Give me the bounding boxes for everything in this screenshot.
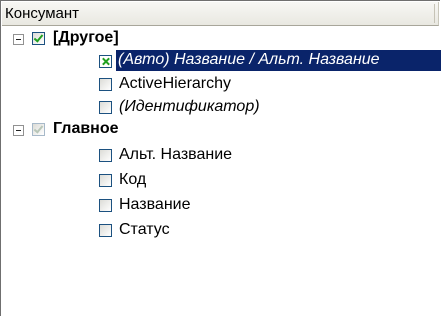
tree-item-label: (Идентификатор): [119, 98, 260, 115]
tree-item-status[interactable]: Статус: [1, 219, 441, 241]
checkbox-status[interactable]: [99, 224, 112, 237]
tree-item-label: ActiveHierarchy: [119, 75, 232, 92]
tree-node-label: [Другое]: [53, 29, 119, 46]
checkbox-identifier[interactable]: [99, 101, 112, 114]
checkbox-other[interactable]: [32, 32, 45, 45]
tree-item-auto-name[interactable]: (Авто) Название / Альт. Название: [1, 50, 441, 72]
tree-item-activehierarchy[interactable]: ActiveHierarchy: [1, 73, 441, 95]
collapse-icon[interactable]: [13, 34, 24, 45]
tree-item-label: Статус: [119, 221, 170, 238]
tree-panel: Консумант [Другое] (Авто) Название / Аль…: [0, 0, 441, 317]
tree-node-label: Главное: [53, 120, 119, 137]
collapse-icon[interactable]: [13, 125, 24, 136]
tree-node-main[interactable]: Главное: [1, 119, 441, 141]
checkbox-name[interactable]: [99, 199, 112, 212]
checkbox-main[interactable]: [32, 123, 45, 136]
tree-item-label: Код: [119, 171, 147, 188]
tree-item-label: Название: [119, 196, 191, 213]
selection-highlight: (Авто) Название / Альт. Название: [116, 50, 441, 71]
checkbox-code[interactable]: [99, 174, 112, 187]
tree-item-code[interactable]: Код: [1, 169, 441, 191]
checkbox-auto-name[interactable]: [99, 55, 112, 68]
tree-view: [Другое] (Авто) Название / Альт. Названи…: [1, 26, 441, 317]
checkbox-activehierarchy[interactable]: [99, 78, 112, 91]
tree-item-alt-name[interactable]: Альт. Название: [1, 144, 441, 166]
tree-item-label: Альт. Название: [119, 146, 233, 163]
column-header[interactable]: Консумант: [2, 2, 439, 26]
checkbox-alt-name[interactable]: [99, 149, 112, 162]
column-divider[interactable]: [434, 4, 435, 23]
tree-item-label: (Авто) Название / Альт. Название: [118, 51, 380, 68]
column-header-label: Консумант: [5, 5, 80, 22]
tree-item-identifier[interactable]: (Идентификатор): [1, 96, 441, 118]
tree-node-other[interactable]: [Другое]: [1, 28, 441, 50]
tree-item-name[interactable]: Название: [1, 194, 441, 216]
